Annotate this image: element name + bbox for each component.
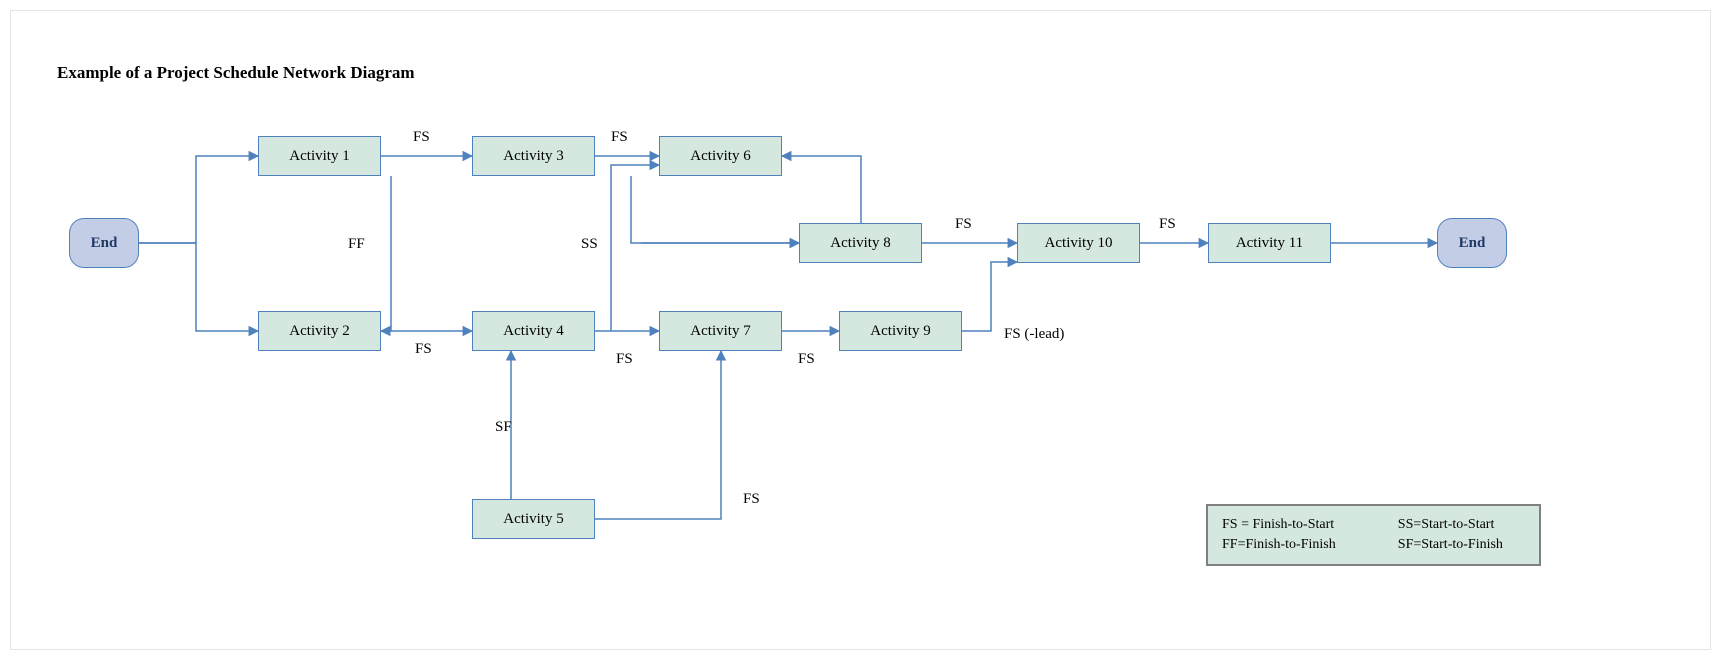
node-activity-1: Activity 1 <box>258 136 381 176</box>
node-activity-10: Activity 10 <box>1017 223 1140 263</box>
edge-label-fs-8: FS <box>1159 216 1176 233</box>
node-activity-6: Activity 6 <box>659 136 782 176</box>
edge-label-ff: FF <box>348 236 365 253</box>
edge-label-fs-3: FS <box>415 341 432 358</box>
edge-label-fs-2: FS <box>611 129 628 146</box>
edge-label-fs-6: FS <box>798 351 815 368</box>
legend-box: FS = Finish-to-Start SS=Start-to-Start F… <box>1206 504 1541 566</box>
diagram-frame: Example of a Project Schedule Network Di… <box>10 10 1711 650</box>
legend-sf: SF=Start-to-Finish <box>1398 537 1525 553</box>
node-activity-8: Activity 8 <box>799 223 922 263</box>
edge-label-fs-4: FS <box>616 351 633 368</box>
node-activity-7: Activity 7 <box>659 311 782 351</box>
edge-label-fs-1: FS <box>413 129 430 146</box>
edge-label-sf: SF <box>495 419 512 436</box>
edge-label-fs-lead: FS (-lead) <box>1004 326 1064 343</box>
edge-label-fs-7: FS <box>955 216 972 233</box>
legend-ss: SS=Start-to-Start <box>1398 517 1525 533</box>
node-activity-5: Activity 5 <box>472 499 595 539</box>
legend-ff: FF=Finish-to-Finish <box>1222 537 1358 553</box>
node-activity-2: Activity 2 <box>258 311 381 351</box>
node-start: End <box>69 218 139 268</box>
node-activity-3: Activity 3 <box>472 136 595 176</box>
node-activity-11: Activity 11 <box>1208 223 1331 263</box>
node-end: End <box>1437 218 1507 268</box>
edge-label-ss: SS <box>581 236 598 253</box>
edge-label-fs-5: FS <box>743 491 760 508</box>
node-activity-4: Activity 4 <box>472 311 595 351</box>
legend-fs: FS = Finish-to-Start <box>1222 517 1358 533</box>
node-activity-9: Activity 9 <box>839 311 962 351</box>
diagram-title: Example of a Project Schedule Network Di… <box>57 63 415 83</box>
